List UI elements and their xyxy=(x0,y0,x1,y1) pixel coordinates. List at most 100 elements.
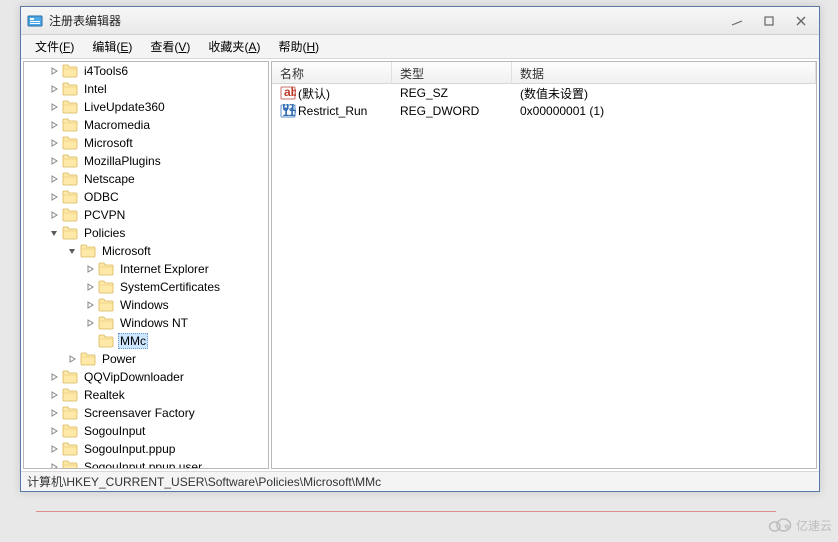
expander-icon[interactable] xyxy=(48,227,60,239)
menu-favorites[interactable]: 收藏夹(A) xyxy=(200,36,268,57)
tree-node-label: SogouInput.ppup.user xyxy=(82,460,204,469)
tree-node[interactable]: SogouInput.ppup.user xyxy=(24,458,268,469)
tree-node-label: Intel xyxy=(82,82,109,96)
value-list[interactable]: 名称 类型 数据 ab(默认) REG_SZ (数值未设置)011110Rest… xyxy=(271,61,817,469)
close-button[interactable] xyxy=(789,13,813,29)
tree-node-label: PCVPN xyxy=(82,208,127,222)
expander-icon[interactable] xyxy=(48,389,60,401)
tree-node-label: Microsoft xyxy=(100,244,153,258)
tree-node-label: SystemCertificates xyxy=(118,280,222,294)
expander-icon[interactable] xyxy=(84,263,96,275)
tree-node[interactable]: SogouInput.ppup xyxy=(24,440,268,458)
tree-node[interactable]: Macromedia xyxy=(24,116,268,134)
tree-node-label: Macromedia xyxy=(82,118,152,132)
tree-node[interactable]: Power xyxy=(24,350,268,368)
tree-node[interactable]: MMc xyxy=(24,332,268,350)
window-title: 注册表编辑器 xyxy=(49,12,725,29)
tree-node[interactable]: Screensaver Factory xyxy=(24,404,268,422)
tree-node[interactable]: Windows xyxy=(24,296,268,314)
menu-file[interactable]: 文件(F) xyxy=(27,36,82,57)
tree-node[interactable]: PCVPN xyxy=(24,206,268,224)
value-name: Restrict_Run xyxy=(298,104,367,118)
titlebar[interactable]: 注册表编辑器 xyxy=(21,7,819,35)
expander-icon[interactable] xyxy=(48,191,60,203)
value-name: (默认) xyxy=(298,85,330,102)
expander-icon[interactable] xyxy=(48,137,60,149)
tree-node[interactable]: MozillaPlugins xyxy=(24,152,268,170)
tree-node-label: Microsoft xyxy=(82,136,135,150)
col-header-type[interactable]: 类型 xyxy=(392,62,512,83)
tree-node-label: SogouInput.ppup xyxy=(82,442,177,456)
value-type: REG_SZ xyxy=(396,86,516,100)
watermark: 亿速云 xyxy=(768,516,832,534)
tree-node-label: MMc xyxy=(118,333,148,349)
menubar: 文件(F) 编辑(E) 查看(V) 收藏夹(A) 帮助(H) xyxy=(21,35,819,59)
expander-icon[interactable] xyxy=(48,371,60,383)
expander-icon[interactable] xyxy=(48,155,60,167)
expander-icon[interactable] xyxy=(48,101,60,113)
expander-icon[interactable] xyxy=(66,245,78,257)
expander-icon[interactable] xyxy=(48,425,60,437)
menu-help[interactable]: 帮助(H) xyxy=(270,36,327,57)
tree-node-label: MozillaPlugins xyxy=(82,154,163,168)
tree-node-label: QQVipDownloader xyxy=(82,370,186,384)
tree-node-label: ODBC xyxy=(82,190,121,204)
maximize-button[interactable] xyxy=(757,13,781,29)
tree-node-label: Screensaver Factory xyxy=(82,406,197,420)
registry-editor-window: 注册表编辑器 文件(F) 编辑(E) 查看(V) 收藏夹(A) 帮助(H) i4… xyxy=(20,6,820,492)
value-data: (数值未设置) xyxy=(516,85,812,102)
tree-node[interactable]: Microsoft xyxy=(24,242,268,260)
tree-node[interactable]: i4Tools6 xyxy=(24,62,268,80)
tree-node[interactable]: Realtek xyxy=(24,386,268,404)
tree-node-label: Netscape xyxy=(82,172,137,186)
expander-icon[interactable] xyxy=(84,335,96,347)
tree-node-label: Windows xyxy=(118,298,171,312)
tree-node[interactable]: Netscape xyxy=(24,170,268,188)
list-header: 名称 类型 数据 xyxy=(272,62,816,84)
tree-node[interactable]: Microsoft xyxy=(24,134,268,152)
expander-icon[interactable] xyxy=(84,317,96,329)
value-type: REG_DWORD xyxy=(396,104,516,118)
tree-node-label: i4Tools6 xyxy=(82,64,130,78)
expander-icon[interactable] xyxy=(84,299,96,311)
tree-node[interactable]: LiveUpdate360 xyxy=(24,98,268,116)
status-path: 计算机\HKEY_CURRENT_USER\Software\Policies\… xyxy=(27,473,381,490)
expander-icon[interactable] xyxy=(48,83,60,95)
col-header-data[interactable]: 数据 xyxy=(512,62,816,83)
expander-icon[interactable] xyxy=(48,173,60,185)
minimize-button[interactable] xyxy=(725,13,749,29)
expander-icon[interactable] xyxy=(48,461,60,469)
tree-node-label: Realtek xyxy=(82,388,127,402)
statusbar: 计算机\HKEY_CURRENT_USER\Software\Policies\… xyxy=(21,471,819,491)
registry-tree[interactable]: i4Tools6 Intel LiveUpdate360 Macromedia … xyxy=(23,61,269,469)
window-controls xyxy=(725,13,813,29)
menu-view[interactable]: 查看(V) xyxy=(142,36,198,57)
tree-node[interactable]: Intel xyxy=(24,80,268,98)
tree-node-label: Internet Explorer xyxy=(118,262,211,276)
expander-icon[interactable] xyxy=(84,281,96,293)
list-row[interactable]: ab(默认) REG_SZ (数值未设置) xyxy=(272,84,816,102)
svg-text:110: 110 xyxy=(283,105,297,118)
expander-icon[interactable] xyxy=(48,209,60,221)
expander-icon[interactable] xyxy=(48,443,60,455)
value-data: 0x00000001 (1) xyxy=(516,104,812,118)
menu-edit[interactable]: 编辑(E) xyxy=(84,36,140,57)
app-icon xyxy=(27,13,43,29)
tree-node[interactable]: Windows NT xyxy=(24,314,268,332)
tree-node-label: SogouInput xyxy=(82,424,147,438)
tree-node[interactable]: SogouInput xyxy=(24,422,268,440)
expander-icon[interactable] xyxy=(48,407,60,419)
expander-icon[interactable] xyxy=(48,119,60,131)
tree-node-label: LiveUpdate360 xyxy=(82,100,167,114)
tree-node[interactable]: Internet Explorer xyxy=(24,260,268,278)
tree-node-label: Windows NT xyxy=(118,316,190,330)
col-header-name[interactable]: 名称 xyxy=(272,62,392,83)
tree-node[interactable]: QQVipDownloader xyxy=(24,368,268,386)
tree-node[interactable]: Policies xyxy=(24,224,268,242)
expander-icon[interactable] xyxy=(66,353,78,365)
tree-node[interactable]: SystemCertificates xyxy=(24,278,268,296)
expander-icon[interactable] xyxy=(48,65,60,77)
tree-node-label: Power xyxy=(100,352,138,366)
tree-node[interactable]: ODBC xyxy=(24,188,268,206)
list-row[interactable]: 011110Restrict_Run REG_DWORD 0x00000001 … xyxy=(272,102,816,120)
